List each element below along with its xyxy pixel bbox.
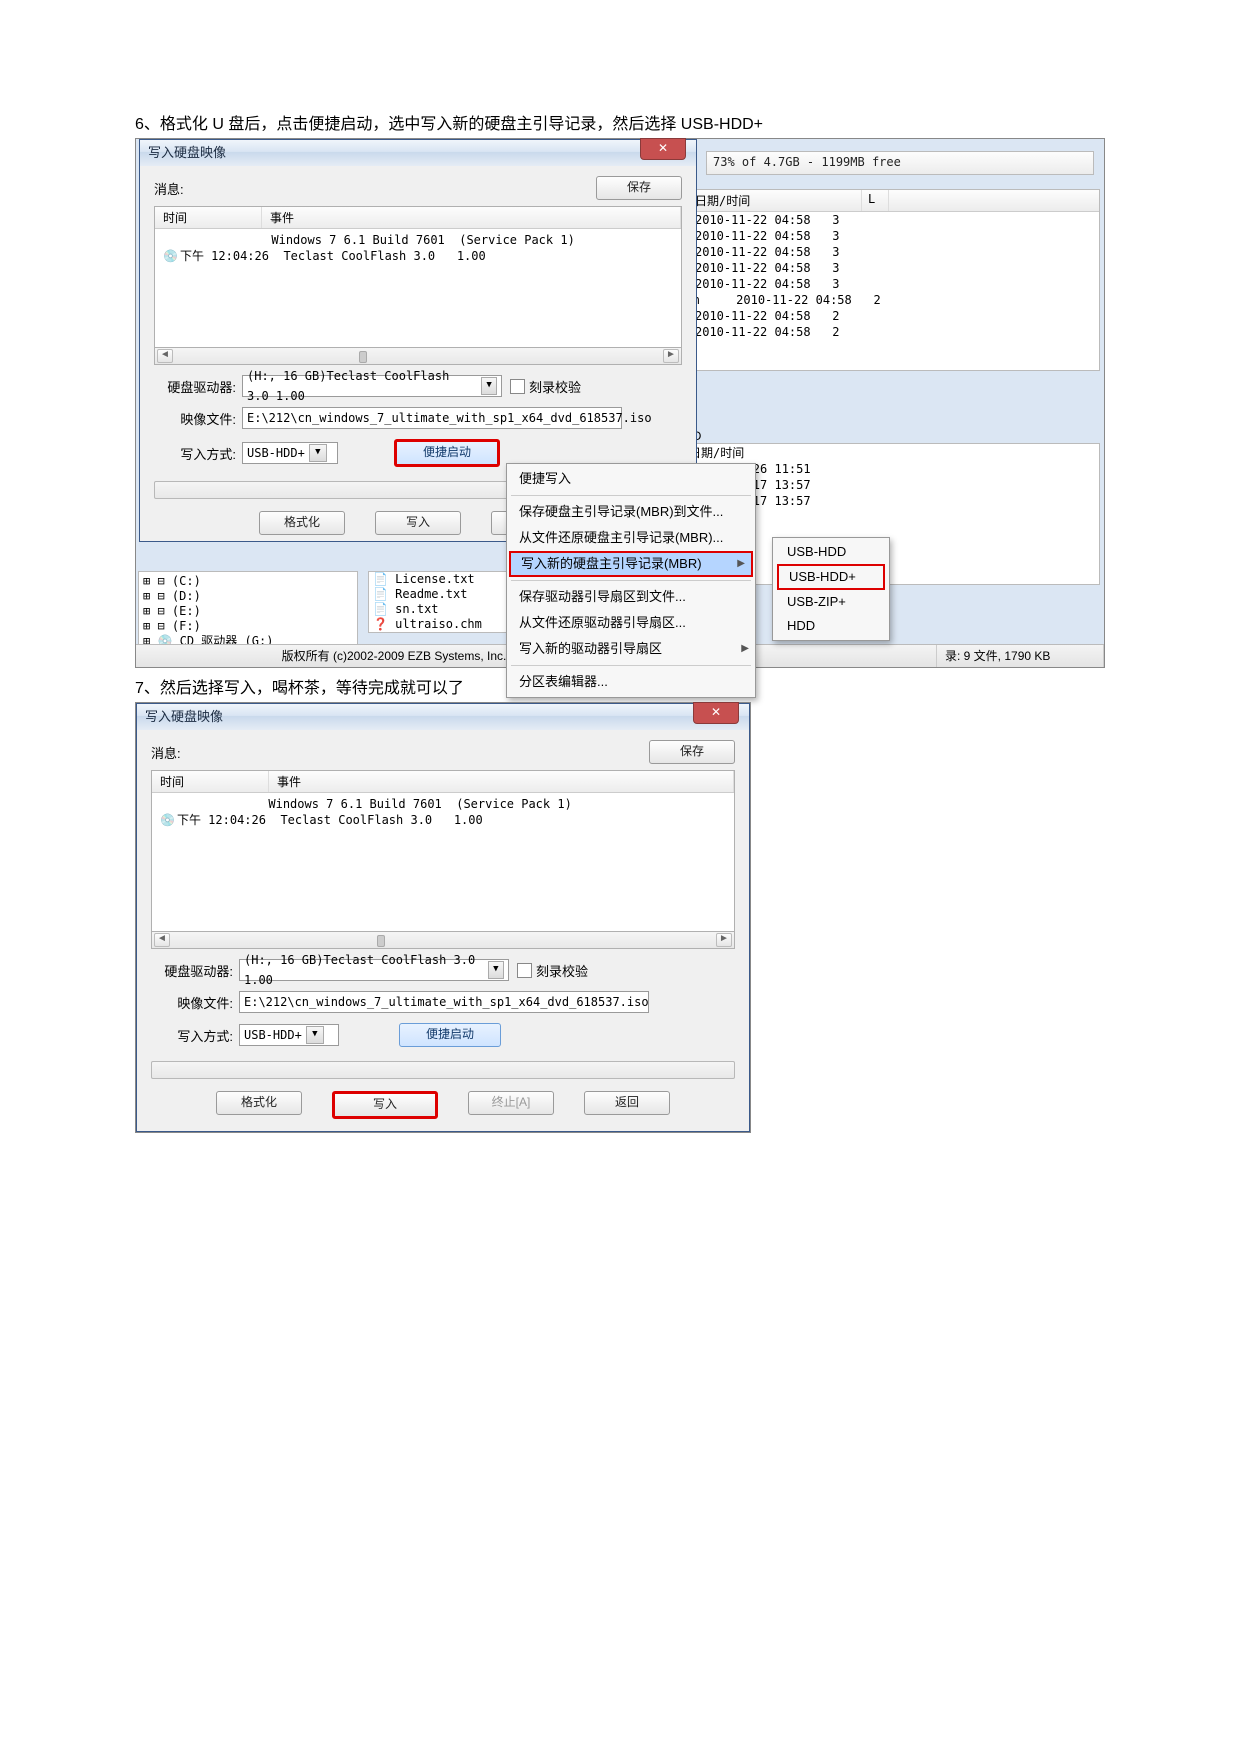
- file-list[interactable]: 📄 License.txt 📄 Readme.txt 📄 sn.txt ❓ ul…: [368, 571, 520, 633]
- close-button[interactable]: ✕: [640, 138, 686, 160]
- table-row: 2010-11-22 04:58 3: [689, 276, 1099, 292]
- disk-icon: 💿: [160, 813, 175, 827]
- format-button[interactable]: 格式化: [216, 1091, 302, 1115]
- submenu-usb-hdd[interactable]: USB-HDD: [773, 540, 889, 564]
- image-path-field[interactable]: E:\212\cn_windows_7_ultimate_with_sp1_x6…: [239, 991, 649, 1013]
- write-mode-select[interactable]: USB-HDD+▼: [239, 1024, 339, 1046]
- save-button[interactable]: 保存: [649, 740, 735, 764]
- menu-write-new-mbr[interactable]: 写入新的硬盘主引导记录(MBR): [509, 551, 753, 577]
- col-event: 事件: [269, 771, 734, 792]
- boot-menu-button[interactable]: 便捷启动: [394, 439, 500, 467]
- log-row: 💿下午 12:04:26 Teclast CoolFlash 3.0 1.00: [163, 247, 673, 264]
- write-button[interactable]: 写入: [375, 511, 461, 535]
- progress-bar: [151, 1061, 735, 1079]
- screenshot-1: 73% of 4.7GB - 1199MB free 日期/时间 L 2010-…: [135, 138, 1105, 668]
- list-item[interactable]: ❓ ultraiso.chm: [369, 617, 519, 632]
- table-row: 2010-11-22 04:58 3: [689, 260, 1099, 276]
- mode-label: 写入方式:: [154, 444, 236, 463]
- log-list: 时间 事件 Windows 7 6.1 Build 7601 (Service …: [154, 206, 682, 347]
- col-date: 日期/时间: [689, 190, 862, 211]
- tree-item[interactable]: ⊞ ⊟ (D:): [143, 589, 353, 604]
- screenshot-2: 写入硬盘映像 ✕ 消息: 保存 时间 事件 Windows 7 6.1: [135, 702, 751, 1133]
- file-panel-top: 日期/时间 L 2010-11-22 04:58 3 2010-11-22 04…: [688, 189, 1100, 371]
- verify-checkbox[interactable]: [510, 379, 525, 394]
- back-button[interactable]: 返回: [584, 1091, 670, 1115]
- drive-select[interactable]: (H:, 16 GB)Teclast CoolFlash 3.0 1.00▼: [242, 375, 502, 397]
- scroll-right-icon[interactable]: ►: [663, 349, 679, 363]
- verify-checkbox[interactable]: [517, 963, 532, 978]
- message-label: 消息:: [151, 743, 197, 762]
- table-row: 2010-11-22 04:58 3: [689, 212, 1099, 228]
- log-row: 💿下午 12:04:26 Teclast CoolFlash 3.0 1.00: [160, 811, 726, 828]
- col-date: 日期/时间: [689, 444, 1099, 461]
- image-label: 映像文件:: [154, 409, 236, 428]
- chevron-down-icon[interactable]: ▼: [309, 444, 327, 462]
- log-row: Windows 7 6.1 Build 7601 (Service Pack 1…: [160, 797, 726, 811]
- list-item[interactable]: 📄 License.txt: [369, 572, 519, 587]
- abort-button: 终止[A]: [468, 1091, 554, 1115]
- menu-write-new-bootsector[interactable]: 写入新的驱动器引导扇区: [507, 636, 755, 662]
- table-row: 2010-11-22 04:58 3: [689, 228, 1099, 244]
- message-label: 消息:: [154, 179, 200, 198]
- drive-label: 硬盘驱动器:: [151, 961, 233, 980]
- write-mode-select[interactable]: USB-HDD+▼: [242, 442, 338, 464]
- drive-label: 硬盘驱动器:: [154, 377, 236, 396]
- tree-item[interactable]: ⊞ ⊟ (E:): [143, 604, 353, 619]
- col-time: 时间: [155, 207, 262, 228]
- step6-title: 6、格式化 U 盘后，点击便捷启动，选中写入新的硬盘主引导记录，然后选择 USB…: [135, 110, 1105, 134]
- chevron-down-icon[interactable]: ▼: [488, 961, 504, 979]
- menu-quick-write[interactable]: 便捷写入: [507, 466, 755, 492]
- submenu-hdd[interactable]: HDD: [773, 614, 889, 638]
- drive-select[interactable]: (H:, 16 GB)Teclast CoolFlash 3.0 1.00▼: [239, 959, 509, 981]
- col-event: 事件: [262, 207, 681, 228]
- log-scrollbar[interactable]: ◄ ►: [151, 931, 735, 949]
- disk-icon: 💿: [163, 249, 178, 263]
- verify-label: 刻录校验: [529, 377, 581, 396]
- image-path-field[interactable]: E:\212\cn_windows_7_ultimate_with_sp1_x6…: [242, 407, 622, 429]
- table-row: 2010-11-22 04:58 3: [689, 244, 1099, 260]
- scroll-left-icon[interactable]: ◄: [157, 349, 173, 363]
- dialog-title: 写入硬盘映像 ✕: [140, 140, 696, 166]
- menu-save-bootsector[interactable]: 保存驱动器引导扇区到文件...: [507, 584, 755, 610]
- disk-usage-bar: 73% of 4.7GB - 1199MB free: [706, 151, 1094, 175]
- format-button[interactable]: 格式化: [259, 511, 345, 535]
- chevron-down-icon[interactable]: ▼: [306, 1026, 324, 1044]
- menu-partition-editor[interactable]: 分区表编辑器...: [507, 669, 755, 695]
- scroll-thumb[interactable]: [377, 935, 385, 947]
- dialog-title: 写入硬盘映像 ✕: [137, 704, 749, 730]
- log-row: Windows 7 6.1 Build 7601 (Service Pack 1…: [163, 233, 673, 247]
- submenu-usb-zip-plus[interactable]: USB-ZIP+: [773, 590, 889, 614]
- menu-restore-mbr[interactable]: 从文件还原硬盘主引导记录(MBR)...: [507, 525, 755, 551]
- close-button[interactable]: ✕: [693, 702, 739, 724]
- menu-restore-bootsector[interactable]: 从文件还原驱动器引导扇区...: [507, 610, 755, 636]
- write-disk-image-dialog: 写入硬盘映像 ✕ 消息: 保存 时间 事件 Windows 7 6.1: [136, 703, 750, 1132]
- log-list: 时间 事件 Windows 7 6.1 Build 7601 (Service …: [151, 770, 735, 931]
- menu-save-mbr[interactable]: 保存硬盘主引导记录(MBR)到文件...: [507, 499, 755, 525]
- write-button[interactable]: 写入: [332, 1091, 438, 1119]
- submenu-usb-hdd-plus[interactable]: USB-HDD+: [777, 564, 885, 590]
- scroll-left-icon[interactable]: ◄: [154, 933, 170, 947]
- mbr-submenu[interactable]: USB-HDD USB-HDD+ USB-ZIP+ HDD: [772, 537, 890, 641]
- boot-context-menu[interactable]: 便捷写入 保存硬盘主引导记录(MBR)到文件... 从文件还原硬盘主引导记录(M…: [506, 463, 756, 698]
- drive-tree[interactable]: ⊞ ⊟ (C:) ⊞ ⊟ (D:) ⊞ ⊟ (E:) ⊞ ⊟ (F:) ⊞ 💿 …: [138, 571, 358, 652]
- verify-label: 刻录校验: [536, 961, 588, 980]
- col-time: 时间: [152, 771, 269, 792]
- log-scrollbar[interactable]: ◄ ►: [154, 347, 682, 365]
- tree-item[interactable]: ⊞ ⊟ (F:): [143, 619, 353, 634]
- boot-menu-button[interactable]: 便捷启动: [399, 1023, 501, 1047]
- save-button[interactable]: 保存: [596, 176, 682, 200]
- mode-label: 写入方式:: [151, 1026, 233, 1045]
- chevron-down-icon[interactable]: ▼: [481, 377, 497, 395]
- table-row: 2010-11-22 04:58 2: [689, 308, 1099, 324]
- table-row: formation 2010-11-22 04:58 2: [689, 292, 1099, 308]
- scroll-right-icon[interactable]: ►: [716, 933, 732, 947]
- list-item[interactable]: 📄 sn.txt: [369, 602, 519, 617]
- list-item[interactable]: 📄 Readme.txt: [369, 587, 519, 602]
- tree-item[interactable]: ⊞ ⊟ (C:): [143, 574, 353, 589]
- image-label: 映像文件:: [151, 993, 233, 1012]
- scroll-thumb[interactable]: [359, 351, 367, 363]
- table-row: 2010-11-22 04:58 2: [689, 324, 1099, 340]
